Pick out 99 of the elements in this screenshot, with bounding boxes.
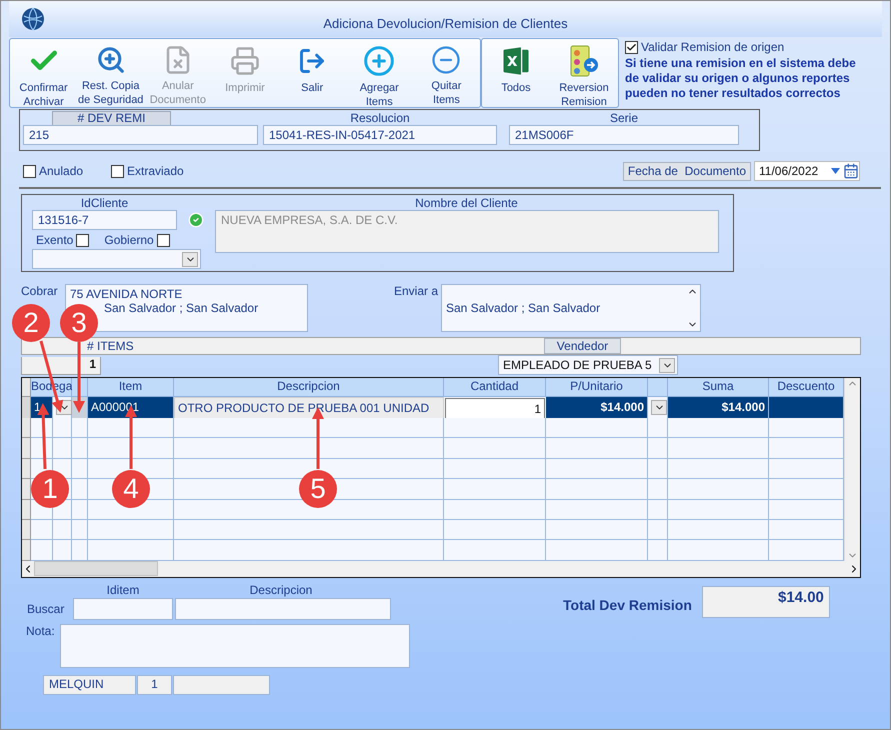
globe-icon xyxy=(21,7,45,31)
total-field: $14.00 xyxy=(702,586,830,618)
toolbar-button[interactable]: Agregar Items xyxy=(346,39,413,107)
table-cell xyxy=(648,540,668,561)
field-label: # DEV REMI xyxy=(52,111,171,125)
checkbox[interactable] xyxy=(23,164,36,178)
field-label: Resolucion xyxy=(350,111,410,125)
toolbar-button[interactable]: Reversion Remision xyxy=(550,39,618,107)
row-header[interactable] xyxy=(22,458,31,480)
column-header[interactable]: Cantidad xyxy=(444,378,546,397)
column-header[interactable]: Descripcion xyxy=(174,378,444,397)
checkbox[interactable] xyxy=(156,234,170,246)
column-header[interactable]: P/Unitario xyxy=(546,378,648,397)
toolbar-button[interactable]: Salir xyxy=(278,39,346,107)
status-field: 1 xyxy=(137,675,172,695)
column-header[interactable]: Descuento xyxy=(769,378,844,397)
table-cell xyxy=(31,520,53,540)
dropdown-arrow-icon xyxy=(831,168,840,174)
zoom-in-icon xyxy=(96,45,126,75)
horizontal-scrollbar[interactable] xyxy=(22,560,860,577)
checkbox[interactable] xyxy=(111,164,124,178)
calendar-icon[interactable] xyxy=(843,163,859,179)
date-label: Fecha de Documento xyxy=(622,162,751,180)
table-cell xyxy=(648,418,668,438)
field-label: Enviar a xyxy=(394,284,439,298)
table-cell xyxy=(72,458,88,480)
toolbar-button[interactable]: Confirmar Archivar xyxy=(10,39,78,107)
table-cell xyxy=(31,540,53,561)
table-cell xyxy=(53,520,72,540)
table-cell xyxy=(53,438,72,459)
checkbox-label: Extraviado xyxy=(127,164,184,178)
column-header[interactable]: Item xyxy=(88,378,174,397)
checkbox-label: Exento xyxy=(36,233,74,247)
note-field[interactable] xyxy=(60,624,410,668)
table-cell xyxy=(53,540,72,561)
scroll-thumb[interactable] xyxy=(34,561,158,576)
column-label: Iditem xyxy=(106,583,140,597)
search-field[interactable] xyxy=(175,598,391,620)
field-label: Nombre del Cliente xyxy=(414,196,519,210)
printer-icon xyxy=(230,46,260,76)
vendor-dropdown[interactable]: EMPLEADO DE PRUEBA 5 xyxy=(498,355,678,375)
table-cell xyxy=(72,540,88,561)
annotation-arrow xyxy=(73,342,85,413)
search-field[interactable] xyxy=(73,598,173,620)
toolbar-button[interactable]: Quitar Items xyxy=(412,39,480,107)
warning-text: Si tiene una remision en el sistema debe de validar su origen o algunos reportes pueden no tener resultados correctos xyxy=(625,56,856,101)
spreadsheet-icon xyxy=(501,46,531,76)
address-field[interactable]: San Salvador ; San Salvador xyxy=(441,284,701,332)
page-tab[interactable]: 1 xyxy=(21,357,101,375)
date-field[interactable]: 11/06/2022 xyxy=(754,161,860,181)
table-cell xyxy=(72,500,88,520)
table-cell xyxy=(72,520,88,540)
column-label: Descripcion xyxy=(248,583,314,597)
field-label: IdCliente xyxy=(80,196,130,210)
column-header[interactable]: Suma xyxy=(668,378,769,397)
row-header[interactable] xyxy=(22,520,31,540)
checkbox[interactable] xyxy=(76,234,90,246)
exit-icon xyxy=(298,47,326,75)
status-field: MELQUIN xyxy=(43,675,136,695)
items-label: # ITEMS xyxy=(87,339,134,353)
text-field[interactable]: 215 xyxy=(23,125,258,145)
table-cell xyxy=(648,458,668,480)
table-cell xyxy=(648,479,668,500)
row-header[interactable] xyxy=(22,479,31,500)
checkbox-label: Gobierno xyxy=(104,233,154,247)
text-field[interactable]: 21MS006F xyxy=(509,125,739,145)
callout-badge: 2 xyxy=(12,304,50,342)
vertical-scrollbar[interactable] xyxy=(844,378,860,561)
validate-checkbox[interactable] xyxy=(625,40,638,54)
text-field[interactable]: 131516-7 xyxy=(32,210,177,230)
table-cell xyxy=(648,500,668,520)
row-header[interactable] xyxy=(22,500,31,520)
total-label: Total Dev Remision xyxy=(563,597,692,613)
table-cell xyxy=(648,438,668,459)
toolbar-button[interactable]: Todos xyxy=(482,39,550,107)
checkbox-label: Anulado xyxy=(39,164,84,178)
table-cell xyxy=(72,438,88,459)
minus-circle-icon xyxy=(431,45,462,75)
column-header[interactable] xyxy=(648,378,668,397)
note-label: Nota: xyxy=(26,624,56,638)
text-field[interactable]: 15041-RES-IN-05417-2021 xyxy=(263,125,497,145)
row-header[interactable] xyxy=(22,418,31,438)
table-cell xyxy=(648,520,668,540)
search-label: Buscar xyxy=(27,602,66,616)
plus-circle-icon xyxy=(363,45,396,77)
field-label: Cobrar xyxy=(21,284,59,298)
check-circle-icon[interactable] xyxy=(188,212,204,228)
field-label: Serie xyxy=(610,111,638,125)
people-arrow-icon xyxy=(569,45,599,77)
corner-cell xyxy=(22,378,31,397)
table-cell xyxy=(53,418,72,438)
vendor-label: Vendedor xyxy=(544,338,621,354)
checkbox-label: Validar Remision de origen xyxy=(641,40,784,54)
table-cell xyxy=(72,479,88,500)
window-title: Adiciona Devolucion/Remision de Clientes xyxy=(322,14,569,30)
quantity-field[interactable]: 1 xyxy=(445,398,545,420)
table-cell xyxy=(72,418,88,438)
toolbar-button[interactable]: Rest. Copia de Seguridad xyxy=(77,39,144,107)
row-header[interactable] xyxy=(22,438,31,459)
